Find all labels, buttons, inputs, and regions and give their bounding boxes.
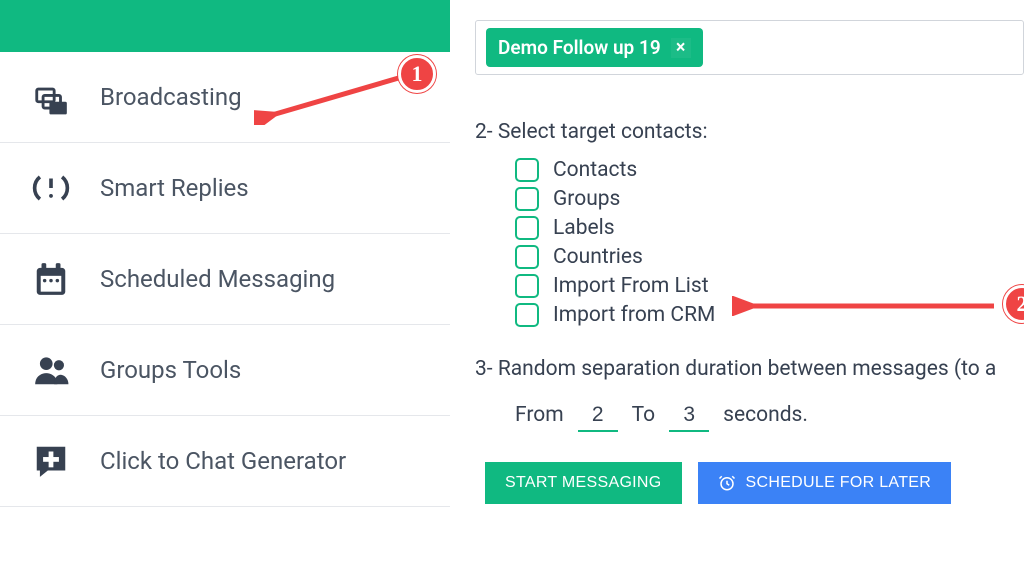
step2-title: 2- Select target contacts: [475, 120, 1024, 144]
to-label: To [632, 403, 656, 427]
sidebar-item-groups-tools[interactable]: Groups Tools [0, 325, 450, 416]
sidebar-item-smart-replies[interactable]: Smart Replies [0, 143, 450, 234]
sidebar-item-label: Broadcasting [100, 83, 242, 111]
button-label: START MESSAGING [505, 474, 662, 492]
checkbox-label: Import From List [553, 274, 709, 298]
checkbox-import-crm[interactable] [515, 303, 539, 327]
clock-icon [718, 474, 736, 492]
selected-tag: Demo Follow up 19 × [486, 28, 703, 67]
sidebar-top-bar [0, 0, 450, 52]
checkbox-groups[interactable] [515, 187, 539, 211]
tag-input[interactable]: Demo Follow up 19 × [475, 20, 1024, 75]
unit-label: seconds. [723, 403, 808, 427]
smart-replies-icon [30, 167, 72, 209]
sidebar-item-label: Scheduled Messaging [100, 265, 335, 293]
start-messaging-button[interactable]: START MESSAGING [485, 462, 682, 504]
checkbox-label: Import from CRM [553, 303, 715, 327]
main-content: Demo Follow up 19 × 2- Select target con… [450, 0, 1024, 576]
tag-remove-icon[interactable]: × [671, 38, 691, 58]
sidebar-item-label: Smart Replies [100, 174, 249, 202]
checkbox-label: Contacts [553, 158, 637, 182]
step3-title: 3- Random separation duration between me… [475, 357, 1024, 381]
annotation-arrow-2 [732, 296, 1012, 316]
to-input[interactable] [669, 403, 709, 432]
button-label: SCHEDULE FOR LATER [746, 474, 932, 492]
from-label: From [515, 403, 564, 427]
sidebar-item-label: Click to Chat Generator [100, 447, 346, 475]
groups-icon [30, 349, 72, 391]
sidebar-item-click-to-chat[interactable]: Click to Chat Generator [0, 416, 450, 507]
chat-plus-icon [30, 440, 72, 482]
checkbox-contacts[interactable] [515, 158, 539, 182]
checkbox-label: Groups [553, 187, 620, 211]
annotation-callout-1: 1 [398, 55, 436, 93]
checkbox-label: Labels [553, 216, 615, 240]
sidebar-item-scheduled-messaging[interactable]: Scheduled Messaging [0, 234, 450, 325]
checkbox-import-list[interactable] [515, 274, 539, 298]
annotation-arrow-1 [254, 65, 414, 125]
calendar-icon [30, 258, 72, 300]
broadcasting-icon [30, 76, 72, 118]
sidebar-item-label: Groups Tools [100, 356, 241, 384]
checkbox-countries[interactable] [515, 245, 539, 269]
checkbox-labels[interactable] [515, 216, 539, 240]
tag-label: Demo Follow up 19 [498, 36, 661, 59]
schedule-later-button[interactable]: SCHEDULE FOR LATER [698, 462, 952, 504]
checkbox-label: Countries [553, 245, 643, 269]
from-input[interactable] [578, 403, 618, 432]
